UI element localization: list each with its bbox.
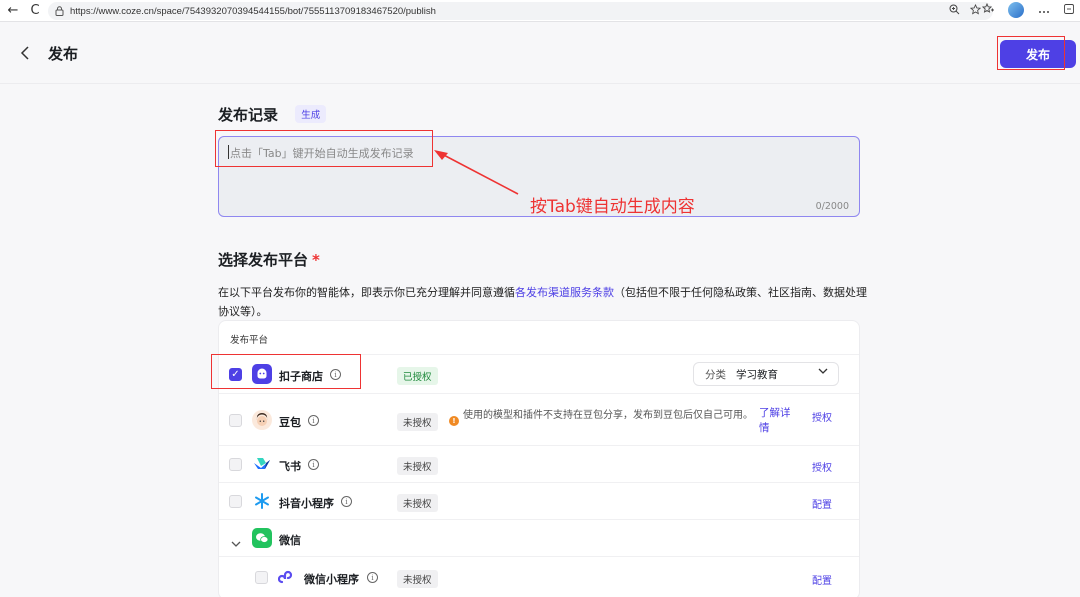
doubao-avatar-icon	[252, 410, 272, 430]
publish-button[interactable]: 发布	[1000, 40, 1076, 68]
doubao-warning: 使用的模型和插件不支持在豆包分享，发布到豆包后仅自己可用。	[463, 410, 753, 421]
url-text: https://www.coze.cn/space/75439320703945…	[70, 5, 436, 17]
platform-row-kouzi: ✓ 扣子商店 i 已授权 分类 学习教育	[219, 354, 859, 393]
lock-icon	[54, 6, 64, 16]
favorite-star-icon[interactable]	[969, 3, 982, 18]
platform-row-feishu: 飞书 i 未授权 授权	[219, 445, 859, 482]
checkbox-doubao[interactable]	[229, 414, 242, 427]
zoom-icon[interactable]	[949, 4, 960, 18]
annotation-text: 按Tab键自动生成内容	[530, 197, 695, 217]
status-badge-doubao: 未授权	[397, 413, 438, 431]
platform-name-wx-mini: 微信小程序	[304, 573, 359, 586]
record-section-title: 发布记录 生成	[218, 104, 327, 125]
platform-name-feishu: 飞书	[279, 460, 301, 473]
category-value: 学习教育	[736, 368, 778, 381]
platform-name-weixin: 微信	[279, 534, 301, 547]
chevron-down-icon[interactable]	[231, 533, 241, 552]
info-icon[interactable]: i	[341, 496, 352, 507]
authorize-button-doubao[interactable]: 授权	[812, 409, 832, 424]
kouzi-store-icon	[252, 364, 272, 384]
platform-section-title: 选择发布平台 *	[218, 249, 320, 270]
info-icon[interactable]: i	[330, 369, 341, 380]
more-menu-icon[interactable]	[1038, 4, 1050, 17]
wechat-icon	[252, 528, 272, 548]
column-header-platform: 发布平台	[230, 335, 269, 346]
page-title: 发布	[48, 45, 79, 63]
desc-before: 在以下平台发布你的智能体，即表示你已充分理解并同意遵循	[218, 286, 515, 299]
status-badge-wx-mini: 未授权	[397, 570, 438, 588]
checkbox-kouzi[interactable]: ✓	[229, 368, 242, 381]
back-arrow-icon[interactable]: ←	[4, 2, 22, 20]
authorize-button-feishu[interactable]: 授权	[812, 459, 832, 474]
favorites-icon[interactable]	[981, 2, 994, 17]
address-bar[interactable]: https://www.coze.cn/space/75439320703945…	[48, 2, 993, 20]
warning-icon: !	[449, 416, 459, 426]
record-title: 发布记录	[218, 106, 279, 124]
status-badge-douyin: 未授权	[397, 494, 438, 512]
char-count: 0/2000	[815, 201, 849, 212]
wechat-miniapp-icon	[277, 567, 297, 587]
checkbox-wx-mini[interactable]	[255, 571, 268, 584]
status-badge-kouzi: 已授权	[397, 367, 438, 385]
checkbox-douyin[interactable]	[229, 495, 242, 508]
info-icon[interactable]: i	[367, 572, 378, 583]
textarea-placeholder: 点击「Tab」键开始自动生成发布记录	[230, 147, 414, 160]
platform-name-doubao: 豆包	[279, 416, 301, 429]
browser-toolbar: ← C https://www.coze.cn/space/7543932070…	[0, 0, 1080, 22]
profile-avatar-icon[interactable]	[1008, 2, 1024, 18]
status-badge-feishu: 未授权	[397, 457, 438, 475]
platform-description: 在以下平台发布你的智能体，即表示你已充分理解并同意遵循各发布渠道服务条款（包括但…	[218, 283, 868, 321]
category-label: 分类	[705, 368, 726, 381]
configure-button-wx-mini[interactable]: 配置	[812, 572, 832, 587]
checkbox-feishu[interactable]	[229, 458, 242, 471]
sidebar-toggle-icon[interactable]	[1064, 3, 1074, 17]
generate-tag[interactable]: 生成	[295, 105, 327, 123]
feishu-icon	[252, 454, 272, 474]
back-chevron-icon[interactable]	[14, 42, 36, 64]
reload-icon[interactable]: C	[26, 2, 44, 20]
required-mark: *	[312, 251, 320, 269]
chevron-down-icon	[818, 367, 828, 378]
text-caret	[228, 145, 229, 159]
platform-name-douyin: 抖音小程序	[279, 497, 334, 510]
info-icon[interactable]: i	[308, 415, 319, 426]
annotation-arrow	[434, 150, 519, 195]
platform-name-kouzi: 扣子商店	[279, 370, 323, 383]
learn-more-link[interactable]: 了解详情	[759, 406, 799, 436]
platform-row-douyin: 抖音小程序 i 未授权 配置	[219, 482, 859, 519]
platform-table: 发布平台 ✓ 扣子商店 i 已授权 分类 学习教育 豆包 i 未授权 ! 使用的…	[218, 320, 860, 597]
info-icon[interactable]: i	[308, 459, 319, 470]
terms-link[interactable]: 各发布渠道服务条款	[515, 286, 614, 299]
configure-button-douyin[interactable]: 配置	[812, 496, 832, 511]
platform-title: 选择发布平台	[218, 251, 309, 269]
platform-row-wx-mini: 微信小程序 i 未授权 配置	[219, 556, 859, 597]
category-select[interactable]: 分类 学习教育	[693, 362, 839, 386]
platform-row-doubao: 豆包 i 未授权 ! 使用的模型和插件不支持在豆包分享，发布到豆包后仅自己可用。…	[219, 393, 859, 445]
platform-row-weixin: 微信	[219, 519, 859, 556]
douyin-miniapp-icon	[252, 491, 272, 511]
page-header: 发布 发布	[0, 22, 1080, 84]
